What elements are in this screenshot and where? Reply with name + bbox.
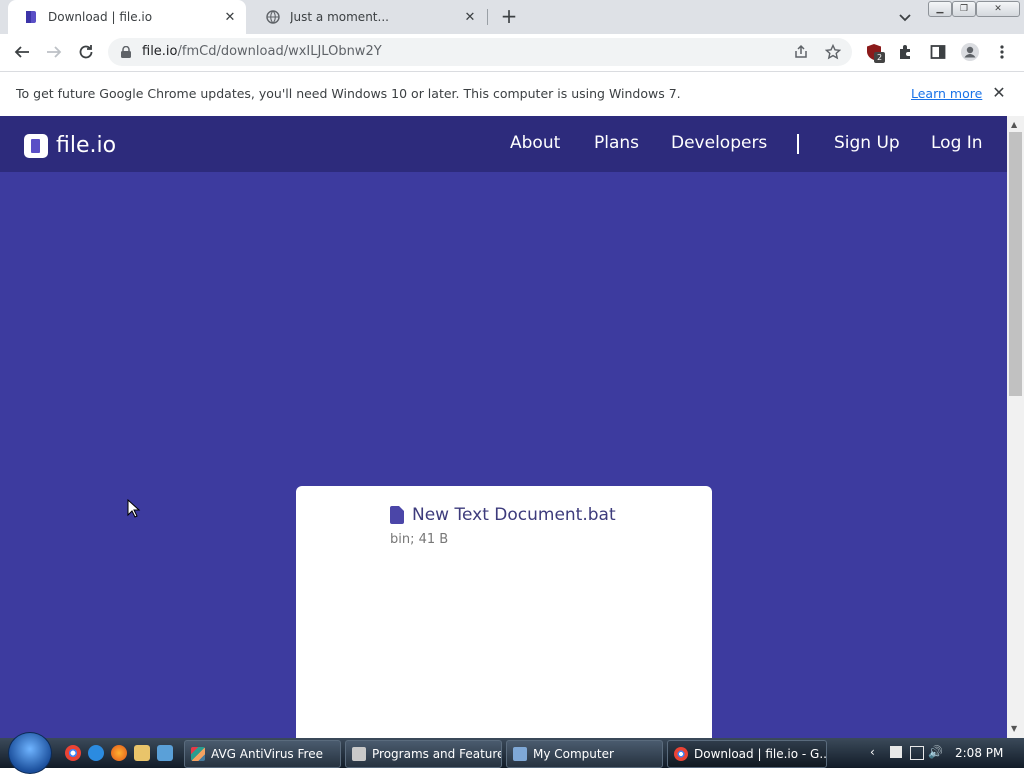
forward-button[interactable] xyxy=(44,42,64,62)
reload-icon xyxy=(79,45,93,59)
menu-button[interactable] xyxy=(992,42,1012,62)
tab-divider xyxy=(487,9,488,25)
avatar-icon xyxy=(961,43,979,61)
site-logo[interactable]: file.io xyxy=(24,133,116,158)
window-close-button[interactable]: ✕ xyxy=(976,1,1020,17)
page-scrollbar[interactable]: ▲ ▼ xyxy=(1007,116,1024,738)
tab-close-icon[interactable]: ✕ xyxy=(222,9,238,25)
nav-log-in[interactable]: Log In xyxy=(931,133,983,153)
puzzle-icon xyxy=(900,45,910,59)
update-infobar: To get future Google Chrome updates, you… xyxy=(0,72,1024,117)
volume-icon[interactable]: 🔊 xyxy=(928,745,943,759)
taskbar-button-label: Download | file.io - G... xyxy=(694,747,827,761)
show-desktop-icon[interactable] xyxy=(157,745,173,761)
internet-explorer-icon[interactable] xyxy=(88,745,104,761)
taskbar-button-my-computer[interactable]: My Computer xyxy=(506,740,663,768)
taskbar-button-label: My Computer xyxy=(533,747,614,761)
extensions-button[interactable] xyxy=(896,42,916,62)
nav-about[interactable]: About xyxy=(510,133,560,153)
windows-taskbar: AVG AntiVirus Free Programs and Features… xyxy=(0,732,1024,774)
browser-toolbar: file.io/fmCd/download/wxILJLObnw2Y 2 xyxy=(0,34,1024,72)
nav-divider xyxy=(797,134,799,154)
infobar-message: To get future Google Chrome updates, you… xyxy=(16,86,681,101)
file-name[interactable]: New Text Document.bat xyxy=(412,505,616,525)
logo-mark-icon xyxy=(24,133,48,158)
file-icon xyxy=(390,506,404,524)
globe-icon xyxy=(266,10,280,24)
programs-icon xyxy=(352,747,366,761)
side-panel-icon xyxy=(930,45,946,59)
new-tab-button[interactable]: + xyxy=(499,5,519,27)
infobar-close-icon[interactable]: ✕ xyxy=(990,84,1008,102)
tab-just-a-moment[interactable]: Just a moment... ✕ xyxy=(250,0,486,34)
taskbar-button-label: AVG AntiVirus Free xyxy=(211,747,323,761)
tab-title: Download | file.io xyxy=(48,10,153,24)
lock-icon[interactable] xyxy=(120,46,132,59)
extension-badge: 2 xyxy=(874,52,885,63)
nav-plans[interactable]: Plans xyxy=(594,133,639,153)
firefox-icon[interactable] xyxy=(111,745,127,761)
url-path: /fmCd/download/wxILJLObnw2Y xyxy=(177,44,382,59)
chrome-icon xyxy=(674,747,688,761)
nav-developers[interactable]: Developers xyxy=(671,133,767,153)
url-text[interactable]: file.io/fmCd/download/wxILJLObnw2Y xyxy=(142,38,382,66)
taskbar-button-label: Programs and Features xyxy=(372,747,502,761)
ublock-extension-button[interactable]: 2 xyxy=(864,42,885,63)
three-dots-vertical-icon xyxy=(1000,45,1004,59)
window-restore-button[interactable]: ❐ xyxy=(952,1,976,17)
share-icon[interactable] xyxy=(793,44,809,60)
fileio-favicon-icon xyxy=(26,11,36,23)
nav-sign-up[interactable]: Sign Up xyxy=(834,133,900,153)
computer-icon xyxy=(513,747,527,761)
download-card: New Text Document.bat bin; 41 B xyxy=(296,486,712,738)
page-content: file.io About Plans Developers Sign Up L… xyxy=(0,116,1007,738)
network-icon[interactable] xyxy=(910,746,924,760)
learn-more-link[interactable]: Learn more xyxy=(911,86,982,101)
back-button[interactable] xyxy=(12,42,32,62)
side-panel-button[interactable] xyxy=(928,42,948,62)
taskbar-button-avg[interactable]: AVG AntiVirus Free xyxy=(184,740,341,768)
arrow-right-icon xyxy=(47,46,62,58)
taskbar-button-chrome[interactable]: Download | file.io - G... xyxy=(667,740,827,768)
site-navbar: file.io About Plans Developers Sign Up L… xyxy=(0,116,1007,172)
url-domain: file.io xyxy=(142,44,178,59)
system-clock[interactable]: 2:08 PM xyxy=(955,746,1003,760)
address-bar[interactable]: file.io/fmCd/download/wxILJLObnw2Y xyxy=(108,38,852,66)
scroll-up-arrow-icon[interactable]: ▲ xyxy=(1011,120,1017,129)
file-meta: bin; 41 B xyxy=(390,532,449,547)
arrow-left-icon xyxy=(14,46,29,58)
mouse-cursor-icon xyxy=(127,499,141,518)
window-minimize-button[interactable]: ▁ xyxy=(928,1,952,17)
bookmark-star-icon[interactable] xyxy=(825,44,841,60)
tab-title: Just a moment... xyxy=(290,10,389,24)
taskbar-button-programs[interactable]: Programs and Features xyxy=(345,740,502,768)
scroll-down-arrow-icon[interactable]: ▼ xyxy=(1011,724,1017,733)
browser-tab-strip: Download | file.io ✕ Just a moment... ✕ … xyxy=(0,0,1024,34)
scrollbar-thumb[interactable] xyxy=(1009,132,1022,396)
profile-button[interactable] xyxy=(960,42,980,62)
reload-button[interactable] xyxy=(76,42,96,62)
tab-download-fileio[interactable]: Download | file.io ✕ xyxy=(8,0,246,34)
logo-text: file.io xyxy=(56,133,117,158)
chrome-quicklaunch-icon[interactable] xyxy=(65,745,81,761)
tab-close-icon[interactable]: ✕ xyxy=(462,9,478,25)
action-center-flag-icon[interactable] xyxy=(890,746,902,758)
tray-expand-chevron-icon[interactable]: ‹ xyxy=(870,745,875,759)
folder-icon[interactable] xyxy=(134,745,150,761)
avg-icon xyxy=(191,747,205,761)
tab-search-chevron-down-icon[interactable] xyxy=(896,8,914,26)
